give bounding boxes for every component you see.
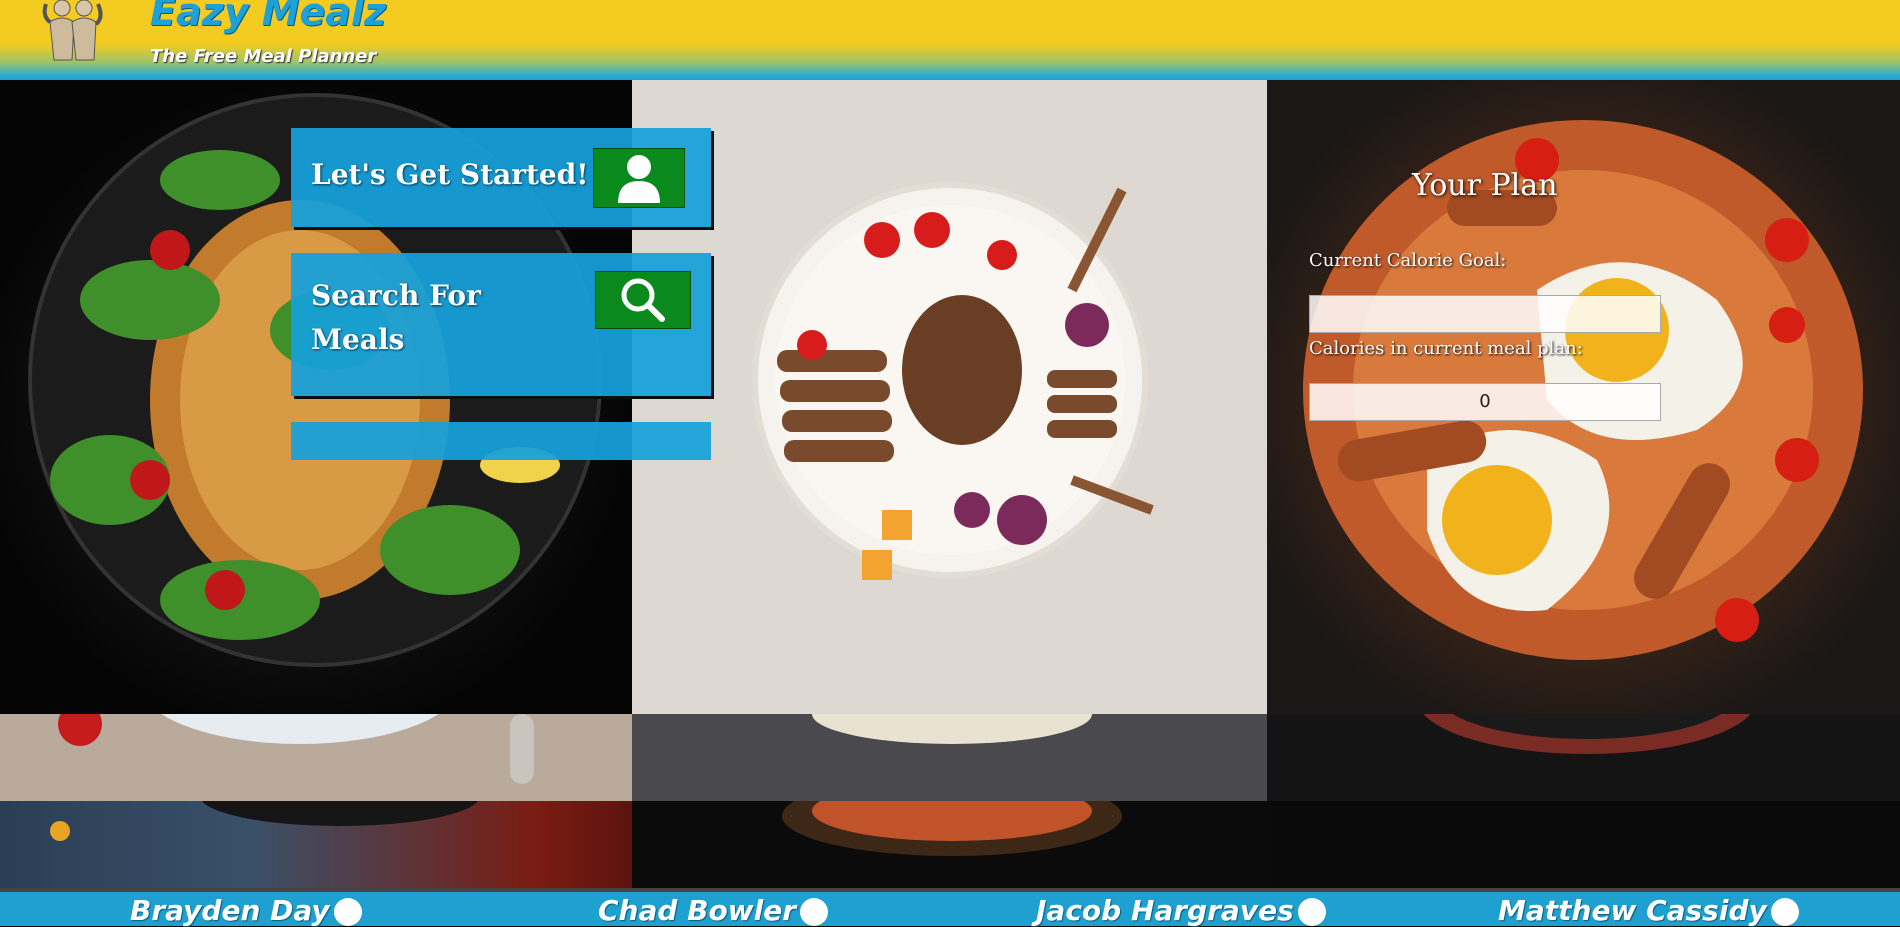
- github-icon: [1770, 898, 1799, 926]
- plan-title: Your Plan: [1412, 168, 1558, 203]
- plan-calories-field: 0: [1309, 383, 1661, 421]
- author-name: Chad Bowler: [598, 894, 797, 927]
- search-label-line1: Search For: [311, 279, 481, 312]
- food-image-grid: [0, 80, 1900, 888]
- food-image-row3-right: [1267, 801, 1900, 888]
- search-button[interactable]: [595, 271, 691, 329]
- author-link-4[interactable]: Matthew Cassidy: [1498, 894, 1799, 927]
- get-started-card[interactable]: Let's Get Started!: [291, 128, 711, 227]
- brand-tagline: The Free Meal Planner: [150, 46, 377, 67]
- brand-title[interactable]: Eazy Mealz: [150, 0, 386, 34]
- site-footer: Brayden Day Chad Bowler Jacob Hargraves …: [0, 888, 1900, 927]
- get-started-label: Let's Get Started!: [311, 158, 589, 191]
- github-icon: [333, 898, 362, 926]
- calorie-goal-field[interactable]: [1309, 295, 1661, 333]
- author-name: Jacob Hargraves: [1036, 894, 1294, 927]
- food-image-row3-middle: [632, 801, 1267, 888]
- github-icon: [1297, 898, 1326, 926]
- user-icon: [618, 155, 660, 203]
- author-name: Brayden Day: [130, 894, 330, 927]
- empty-info-bar: [291, 422, 711, 460]
- profile-button[interactable]: [593, 148, 685, 208]
- site-header: Eazy Mealz The Free Meal Planner: [0, 0, 1900, 80]
- food-image-row2-middle: [632, 714, 1267, 801]
- bodybuilder-logo: [42, 0, 103, 61]
- search-label-line2: Meals: [311, 323, 405, 356]
- author-link-1[interactable]: Brayden Day: [130, 894, 362, 927]
- author-link-3[interactable]: Jacob Hargraves: [1036, 894, 1326, 927]
- plan-calories-label: Calories in current meal plan:: [1309, 338, 1583, 359]
- search-icon: [621, 278, 665, 322]
- calorie-goal-label: Current Calorie Goal:: [1309, 250, 1507, 271]
- food-image-kebab-plate: [632, 80, 1267, 714]
- author-link-2[interactable]: Chad Bowler: [598, 894, 829, 927]
- search-meals-card[interactable]: Search For Meals: [291, 253, 711, 396]
- author-name: Matthew Cassidy: [1498, 894, 1767, 927]
- food-image-row3-left: [0, 801, 632, 888]
- github-icon: [800, 898, 829, 926]
- food-image-row2-right: [1267, 714, 1900, 801]
- food-image-row2-left: [0, 714, 632, 801]
